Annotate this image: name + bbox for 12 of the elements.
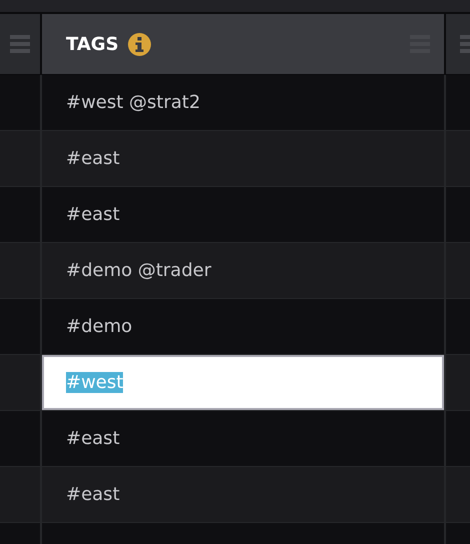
menu-icon[interactable] [10,35,30,53]
table-cell-text: #west @strat2 [65,91,202,115]
table-cell-text: #demo [65,315,134,339]
column-header[interactable]: TAGS [42,14,444,74]
selected-text: #west [66,372,124,393]
table-cell-text: #east [65,427,121,451]
column-title: TAGS [66,34,119,54]
table-cell-text: #east [65,483,121,507]
table-cell-text: #east [65,203,121,227]
table-cell-text: #east [65,147,121,171]
info-icon[interactable] [128,32,151,56]
table-cell-text: #demo @trader [65,259,212,283]
